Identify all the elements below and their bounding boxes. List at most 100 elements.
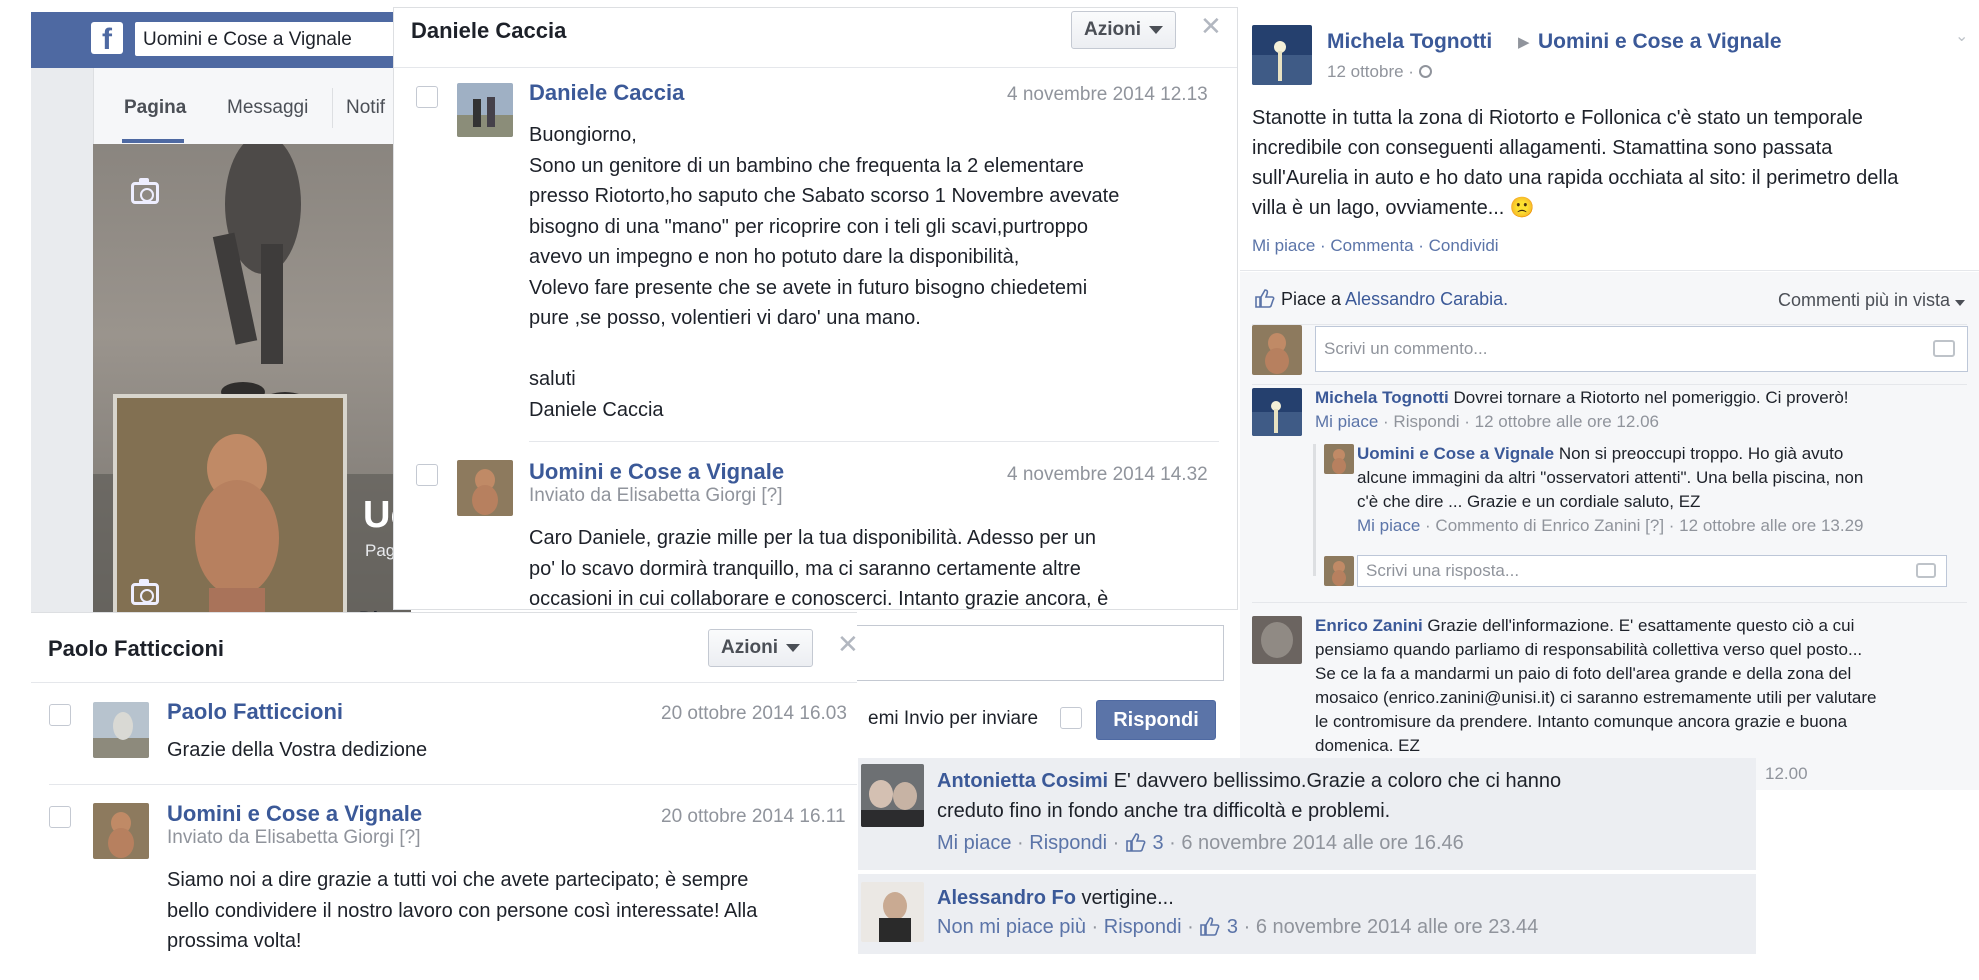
comment-text: pensiamo quando parliamo di responsabili… — [1315, 640, 1863, 659]
comment-author[interactable]: Michela Tognotti — [1315, 388, 1449, 407]
comment-sort-label: Commenti più in vista — [1778, 290, 1951, 310]
close-icon[interactable]: ✕ — [837, 630, 857, 660]
comment-like-link[interactable]: Non mi piace più — [937, 916, 1086, 938]
avatar[interactable] — [457, 460, 513, 516]
enter-to-send-label: emi Invio per inviare — [868, 708, 1039, 729]
close-icon[interactable]: ✕ — [1200, 12, 1222, 42]
comment-like-link[interactable]: Mi piace — [1315, 412, 1378, 431]
chat-title: Paolo Fatticcioni — [48, 636, 225, 661]
avatar[interactable] — [861, 882, 924, 942]
post-date-text: 12 ottobre · — [1327, 62, 1419, 81]
comment-text: creduto fino in fondo anche tra difficol… — [937, 800, 1391, 822]
tab-divider — [332, 88, 333, 128]
enter-to-send-checkbox[interactable] — [1060, 707, 1082, 729]
comment-sort-dropdown[interactable]: Commenti più in vista — [1778, 290, 1966, 311]
comment: Uomini e Cose a Vignale Non si preoccupi… — [1357, 442, 1972, 514]
comment: Michela Tognotti Dovrei tornare a Riotor… — [1315, 386, 1965, 410]
avatar — [1324, 556, 1354, 586]
divider — [1240, 270, 1979, 271]
message-author[interactable]: Paolo Fatticcioni — [167, 699, 343, 725]
select-checkbox[interactable] — [49, 704, 71, 726]
message-line: occasioni in cui collaborare e conoscerc… — [529, 588, 1109, 610]
message-body: Siamo noi a dire grazie a tutti voi che … — [167, 865, 857, 957]
comment-placeholder: Scrivi un commento... — [1324, 339, 1488, 358]
post-author[interactable]: Michela Tognotti — [1327, 30, 1492, 54]
tab-pagina[interactable]: Pagina — [124, 97, 186, 119]
comment-time: 6 novembre 2014 alle ore 16.46 — [1181, 832, 1464, 854]
avatar[interactable] — [1252, 616, 1302, 664]
post-target-page[interactable]: Uomini e Cose a Vignale — [1538, 30, 1782, 54]
chevron-down-icon — [1149, 26, 1163, 34]
post-actions[interactable]: Mi piace · Commenta · Condividi — [1252, 236, 1499, 256]
tab-notifiche[interactable]: Notif — [346, 97, 385, 119]
comment-like-count[interactable]: 3 — [1152, 832, 1163, 854]
reply-thread — [1313, 444, 1316, 576]
thumbs-up-icon — [1255, 289, 1275, 308]
comment-like-link[interactable]: Mi piace — [1357, 516, 1420, 535]
comment-author[interactable]: Enrico Zanini — [1315, 616, 1423, 635]
comment-time: 6 novembre 2014 alle ore 23.44 — [1255, 916, 1539, 938]
comment-meta: Mi piace · Commento di Enrico Zanini [?]… — [1357, 514, 1863, 538]
message-sender: Inviato da Elisabetta Giorgi [?] — [167, 827, 421, 848]
comment: Antonietta Cosimi E' davvero bellissimo.… — [937, 766, 1747, 826]
divider — [529, 441, 1219, 442]
avatar-image — [861, 882, 924, 942]
post-line: sull'Aurelia in auto e ho dato una rapid… — [1252, 167, 1899, 189]
tab-messaggi[interactable]: Messaggi — [227, 97, 308, 119]
avatar[interactable] — [1252, 388, 1302, 436]
select-checkbox[interactable] — [416, 86, 438, 108]
reply-button[interactable]: Rispondi — [1096, 700, 1216, 740]
message-author[interactable]: Uomini e Cose a Vignale — [529, 459, 784, 485]
comment-author[interactable]: Alessandro Fo — [937, 887, 1076, 909]
reply-input[interactable] — [852, 625, 1224, 681]
globe-icon — [1418, 65, 1432, 78]
message-body: Buongiorno, Sono un genitore di un bambi… — [529, 120, 1229, 425]
select-checkbox[interactable] — [416, 464, 438, 486]
comment-reply-link[interactable]: Rispondi — [1104, 916, 1182, 938]
post-options-icon[interactable]: ⌄ — [1955, 26, 1968, 45]
comment-input[interactable]: Scrivi un commento... — [1315, 326, 1968, 372]
facebook-f-icon[interactable]: f — [91, 22, 123, 56]
reply-input[interactable]: Scrivi una risposta... — [1357, 555, 1947, 587]
message-line: po' lo scavo dormirà tranquillo, ma ci s… — [529, 557, 1081, 580]
comment-meta-rest: · Rispondi · 12 ottobre alle ore 12.06 — [1378, 412, 1659, 431]
message-line: bello condividere il nostro lavoro con p… — [167, 899, 758, 922]
comment-reply-link[interactable]: Rispondi — [1029, 832, 1107, 854]
avatar[interactable] — [861, 764, 924, 827]
avatar[interactable] — [457, 83, 513, 137]
comment-text: Se ce la fa a mandarmi un paio di foto d… — [1315, 664, 1852, 683]
likes-summary: Piace a Alessandro Carabia. — [1281, 289, 1508, 310]
cover-photo[interactable]: Uo Pag Di — [93, 144, 411, 622]
search-input[interactable]: Uomini e Cose a Vignale — [135, 22, 411, 56]
camera-icon[interactable] — [1933, 340, 1955, 357]
select-checkbox[interactable] — [49, 806, 71, 828]
thumbs-up-icon — [1126, 833, 1146, 852]
likes-name[interactable]: Alessandro Carabia. — [1345, 289, 1508, 309]
comment-text: alcune immagini da altri "osservatori at… — [1357, 468, 1864, 487]
avatar[interactable] — [93, 803, 149, 859]
camera-icon[interactable] — [1916, 563, 1936, 578]
camera-icon[interactable] — [131, 579, 159, 605]
camera-icon[interactable] — [131, 178, 159, 204]
divider — [1252, 324, 1967, 325]
comment-like-link[interactable]: Mi piace — [937, 832, 1011, 854]
actions-button[interactable]: Azioni — [1071, 11, 1176, 49]
avatar-image — [1252, 616, 1302, 664]
avatar-image — [93, 803, 149, 859]
actions-label: Azioni — [721, 637, 778, 658]
message-author[interactable]: Daniele Caccia — [529, 80, 684, 106]
comment-text: E' davvero bellissimo.Grazie a coloro ch… — [1113, 770, 1562, 792]
avatar[interactable] — [93, 702, 149, 758]
message-line: prossima volta! — [167, 930, 302, 952]
reply-button-label: Rispondi — [1113, 709, 1199, 731]
actions-button[interactable]: Azioni — [708, 629, 813, 667]
message-author[interactable]: Uomini e Cose a Vignale — [167, 801, 422, 827]
fb-top-bar: f Uomini e Cose a Vignale — [31, 12, 411, 68]
profile-picture[interactable] — [113, 394, 347, 622]
comment-author[interactable]: Uomini e Cose a Vignale — [1357, 444, 1554, 463]
comment-author[interactable]: Antonietta Cosimi — [937, 770, 1108, 792]
avatar[interactable] — [1324, 444, 1354, 474]
comment-text: mosaico (enrico.zanini@unisi.it) ci sara… — [1315, 688, 1877, 707]
avatar[interactable] — [1252, 25, 1312, 85]
comment-like-count[interactable]: 3 — [1227, 916, 1238, 938]
